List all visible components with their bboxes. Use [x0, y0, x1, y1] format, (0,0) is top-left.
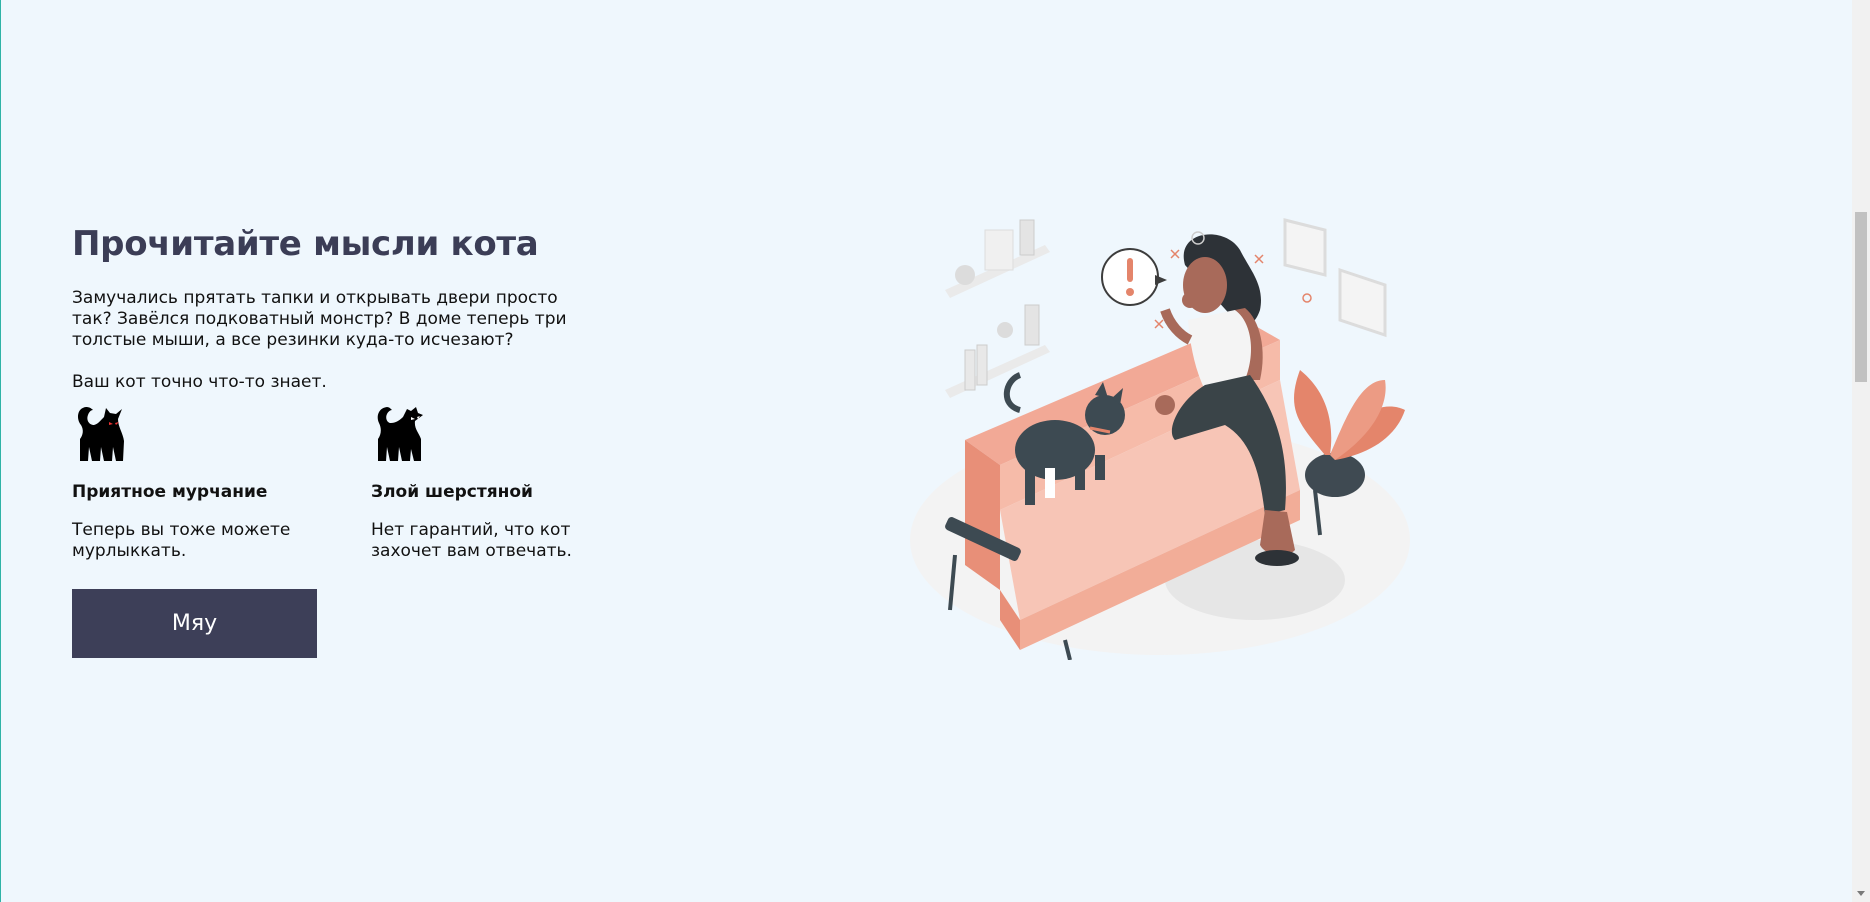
shelves [945, 219, 1050, 398]
potted-plant [1294, 370, 1405, 497]
section-title: Прочитайте мысли кота [72, 224, 539, 264]
black-cat-icon [78, 407, 124, 461]
scrollbar-thumb[interactable] [1855, 212, 1867, 382]
woman-on-sofa-with-cat-illustration [910, 218, 1410, 660]
intro-text: Замучались прятать тапки и открывать две… [72, 288, 567, 350]
feature-text: Теперь вы тоже можете мурлыккать. [72, 520, 291, 561]
exclamation-bubble-icon [1101, 248, 1167, 306]
promo-section: Прочитайте мысли кота Замучались прятать… [72, 220, 612, 583]
intro-text-2: Ваш кот точно что-то знает. [72, 372, 327, 392]
feature-text: Нет гарантий, что кот захочет вам отвеча… [371, 520, 572, 561]
feature-item-purring: Приятное мурчание Теперь вы тоже можете … [72, 405, 312, 562]
scroll-down-arrow-icon[interactable] [1852, 886, 1870, 902]
features-list: Приятное мурчание Теперь вы тоже можете … [72, 405, 612, 583]
wall-pictures [1283, 218, 1387, 338]
feature-title: Приятное мурчание [72, 482, 268, 502]
feature-title: Злой шерстяной [371, 482, 533, 502]
vertical-scrollbar[interactable] [1852, 0, 1870, 902]
feature-item-angry: Злой шерстяной Нет гарантий, что кот зах… [371, 405, 611, 562]
page-left-edge [0, 0, 1, 902]
angry-cat-icon [377, 407, 423, 461]
meow-button[interactable]: Мяу [72, 589, 317, 658]
